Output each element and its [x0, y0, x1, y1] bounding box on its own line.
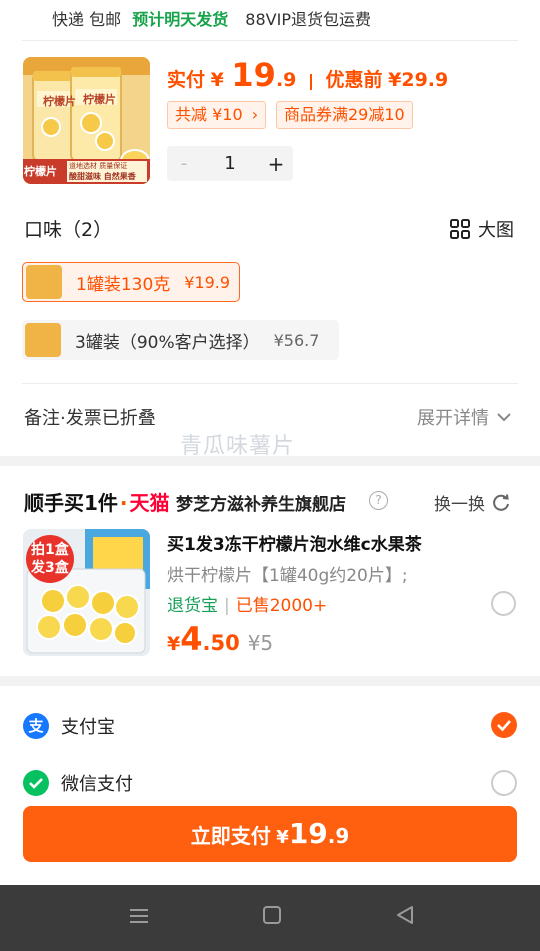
currency-symbol: ¥ — [210, 69, 224, 91]
addon-product-tags: 退货宝 | 已售2000+ — [167, 591, 327, 616]
promo-badge-line-2: 发3盒 — [31, 560, 69, 576]
payment-method-alipay[interactable]: 支 支付宝 — [23, 712, 115, 740]
pay-amount-decimal: .9 — [327, 824, 350, 848]
price-decimal: .9 — [275, 69, 297, 91]
watermark: 青瓜味薯片 — [180, 434, 296, 459]
coupon-chip-text: 商品券满29减10 — [284, 105, 405, 124]
payment-method-label: 微信支付 — [61, 774, 133, 795]
question-icon[interactable]: ? — [369, 491, 388, 510]
price-line: 实付 ¥ 19.9 优惠前 ¥29.9 — [167, 56, 448, 94]
brand-dot: · — [119, 491, 128, 515]
flavor-option-1[interactable]: 1罐装130克 ¥19.9 — [22, 262, 240, 302]
shipping-express: 快递 包邮 — [52, 10, 122, 29]
divider — [22, 40, 518, 41]
shipping-info: 快递 包邮 预计明天发货 88VIP退货包运费 — [52, 6, 371, 30]
addon-brand: 顺手买1件 · 天猫 — [24, 487, 170, 516]
actual-pay-label: 实付 — [167, 69, 206, 91]
shop-name[interactable]: 梦芝方滋补养生旗舰店 — [176, 490, 346, 515]
option-thumbnail — [26, 265, 62, 299]
quantity-stepper: - 1 + — [167, 146, 293, 181]
vip-return-info: 88VIP退货包运费 — [245, 10, 371, 29]
flavor-option-2[interactable]: 3罐装（90%客户选择） ¥56.7 — [22, 320, 339, 360]
divider — [22, 383, 518, 384]
delivery-estimate: 预计明天发货 — [132, 10, 229, 29]
jar-label-text: 柠檬片 — [43, 95, 76, 108]
big-view-label: 大图 — [478, 220, 514, 241]
addon-price-decimal: .50 — [202, 631, 240, 655]
addon-brand-text: 顺手买1件 — [24, 491, 118, 515]
return-insurance-tag: 退货宝 — [167, 596, 218, 616]
tag-separator: | — [224, 596, 230, 616]
pay-amount-integer: 19 — [288, 817, 328, 850]
back-triangle-icon[interactable] — [395, 905, 415, 925]
price-separator — [309, 73, 312, 90]
wechat-check-icon — [29, 778, 43, 789]
check-icon — [497, 720, 511, 732]
before-discount-price: ¥29.9 — [388, 69, 449, 91]
option-thumbnail — [25, 323, 61, 357]
discount-chip[interactable]: 共减 ¥10 › — [167, 101, 267, 129]
pay-now-button[interactable]: 立即支付 ¥19.9 — [23, 806, 517, 862]
alipay-selected-radio[interactable] — [491, 712, 517, 738]
wechat-select-radio[interactable] — [491, 770, 517, 796]
sold-count: 已售2000+ — [235, 596, 328, 616]
expand-details-button[interactable]: 展开详情 — [417, 404, 511, 430]
payment-method-wechat[interactable]: 微信支付 — [23, 769, 133, 797]
remark-invoice-label: 备注·发票已折叠 — [24, 408, 156, 429]
discount-chip-text: 共减 ¥10 — [175, 105, 243, 124]
banner-line-1: 道地选材 质量保证 — [69, 162, 128, 170]
quantity-value[interactable]: 1 — [201, 153, 259, 174]
addon-select-radio[interactable] — [491, 591, 516, 616]
option-price: ¥56.7 — [273, 330, 320, 350]
menu-icon[interactable] — [128, 905, 150, 927]
option-name: 1罐装130克 — [76, 274, 171, 295]
home-square-icon[interactable] — [262, 905, 282, 925]
before-discount-label: 优惠前 — [325, 69, 383, 91]
addon-price-integer: 4 — [180, 620, 203, 658]
jar-label-text-2: 柠檬片 — [83, 93, 116, 106]
swap-button[interactable]: 换一换 — [434, 490, 511, 515]
coupon-chip[interactable]: 商品券满29减10 — [276, 101, 413, 129]
grid-icon — [450, 219, 470, 239]
banner-line-2: 酸甜滋味 自然果香 — [69, 172, 136, 181]
refresh-icon — [493, 493, 509, 511]
increase-button[interactable]: + — [259, 152, 293, 176]
promo-badge-line-1: 拍1盒 — [31, 542, 69, 558]
option-price: ¥19.9 — [184, 272, 231, 292]
currency-symbol: ¥ — [276, 827, 289, 848]
wechat-pay-icon — [23, 770, 49, 796]
addon-product-image[interactable]: 拍1盒 发3盒 — [23, 529, 150, 656]
banner-red-text: 柠檬片 — [24, 165, 57, 178]
chevron-right-icon: › — [251, 105, 259, 124]
addon-product-desc: 烘干柠檬片【1罐40g约20片】; — [167, 566, 408, 586]
pay-now-label: 立即支付 — [190, 824, 271, 848]
decrease-button[interactable]: - — [167, 153, 201, 174]
system-nav-bar — [0, 885, 540, 951]
currency-symbol: ¥ — [167, 633, 181, 655]
tmall-logo: 天猫 — [129, 491, 170, 515]
addon-original-price: ¥5 — [247, 631, 274, 655]
option-name: 3罐装（90%客户选择） — [75, 332, 260, 353]
payment-method-label: 支付宝 — [61, 717, 115, 738]
big-view-button[interactable]: 大图 — [450, 216, 514, 242]
chevron-down-icon — [497, 413, 511, 422]
product-image[interactable]: 柠檬片 柠檬片 柠檬片 道地选材 质量保证 酸甜滋味 自然果香 — [23, 57, 150, 184]
addon-product-title[interactable]: 买1发3冻干柠檬片泡水维c水果茶 — [167, 530, 422, 555]
price-integer: 19 — [231, 56, 276, 94]
alipay-icon: 支 — [23, 713, 49, 739]
flavor-title: 口味（2） — [24, 219, 113, 241]
addon-price: ¥4.50 ¥5 — [167, 620, 273, 658]
expand-details-label: 展开详情 — [417, 408, 489, 429]
swap-label: 换一换 — [434, 495, 485, 515]
